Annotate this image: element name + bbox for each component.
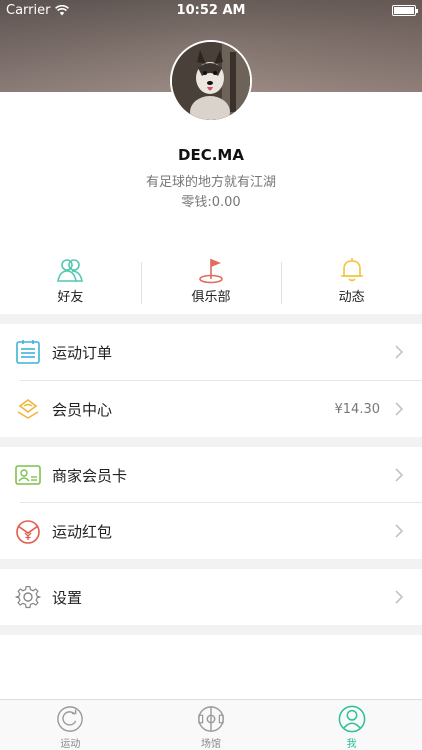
menu-item-member-center[interactable]: 会员中心 ¥14.30	[0, 381, 422, 437]
order-list-icon	[16, 340, 40, 364]
club-button[interactable]: 俱乐部	[140, 256, 282, 308]
status-time: 10:52 AM	[176, 3, 246, 18]
menu-item-settings[interactable]: 设置	[0, 569, 422, 625]
tab-me-label: 我	[346, 739, 357, 750]
member-balance-value: ¥14.30	[334, 401, 381, 417]
menu-item-red-packet-label: 运动红包	[52, 522, 113, 541]
chevron-right-icon	[395, 345, 404, 359]
dog-avatar-image	[172, 42, 250, 120]
tab-stadium[interactable]: 场馆	[141, 700, 282, 750]
tab-stadium-label: 场馆	[201, 739, 221, 750]
profile-motto: 有足球的地方就有江湖	[145, 175, 276, 190]
tab-sport[interactable]: 运动	[0, 700, 141, 750]
member-card-icon	[15, 465, 41, 485]
chevron-right-icon	[395, 590, 404, 604]
menu-item-orders-label: 运动订单	[52, 343, 113, 362]
chevron-right-icon	[395, 468, 404, 482]
battery-icon	[392, 5, 418, 16]
balance-label: 零钱:	[181, 195, 212, 210]
red-packet-icon	[16, 520, 40, 544]
section-divider	[0, 559, 422, 569]
avatar[interactable]	[170, 40, 252, 122]
chevron-right-icon	[395, 402, 404, 416]
quick-actions-row: 好友 俱乐部 动态	[0, 256, 422, 308]
wallet-balance: 零钱:0.00	[0, 191, 422, 210]
tab-bar: 运动 场馆 我	[0, 699, 422, 750]
menu-item-member-center-label: 会员中心	[52, 400, 113, 419]
profile-icon	[338, 705, 366, 733]
sport-refresh-icon	[57, 706, 84, 732]
menu-item-merchant-card-label: 商家会员卡	[52, 466, 128, 485]
section-divider	[0, 314, 422, 324]
stadium-icon	[198, 706, 224, 732]
flag-icon	[199, 259, 223, 284]
section-divider	[0, 437, 422, 447]
tab-me[interactable]: 我	[281, 700, 422, 750]
moments-label: 动态	[338, 290, 365, 305]
section-divider	[0, 625, 422, 635]
friends-icon	[57, 259, 84, 282]
balance-value: 0.00	[211, 195, 241, 210]
friends-button[interactable]: 好友	[0, 256, 141, 308]
bell-icon	[340, 258, 363, 282]
club-label: 俱乐部	[191, 290, 231, 305]
friends-label: 好友	[57, 290, 84, 305]
menu-item-settings-label: 设置	[52, 588, 83, 607]
profile-name: DEC.MA	[178, 146, 244, 164]
gear-icon	[15, 585, 41, 609]
moments-button[interactable]: 动态	[281, 256, 422, 308]
tab-sport-label: 运动	[60, 739, 81, 750]
menu-item-merchant-card[interactable]: 商家会员卡	[0, 447, 422, 503]
member-center-icon	[17, 399, 39, 419]
status-bar: Carrier 10:52 AM	[0, 0, 422, 22]
chevron-right-icon	[395, 524, 404, 538]
menu-item-red-packet[interactable]: 运动红包	[0, 503, 422, 559]
menu-item-orders[interactable]: 运动订单	[0, 324, 422, 380]
